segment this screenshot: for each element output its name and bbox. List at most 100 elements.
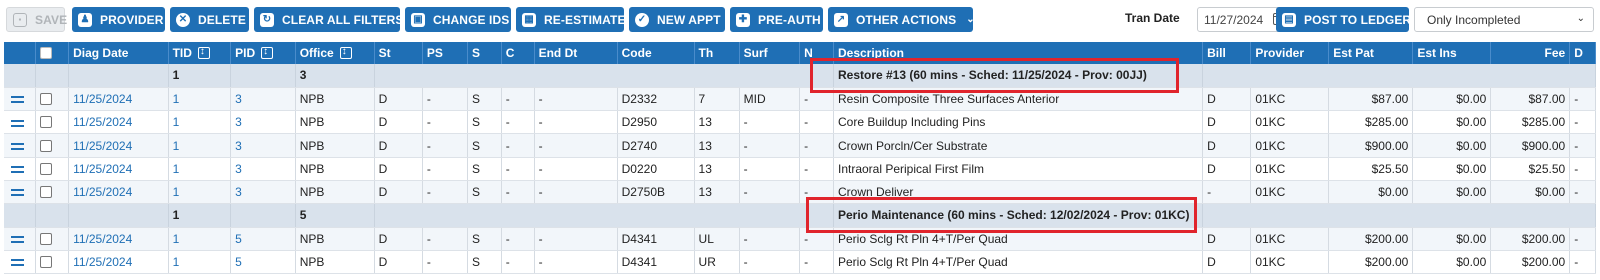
drag-handle-icon[interactable] [11,96,24,104]
column-bill[interactable]: Bill [1202,42,1252,64]
diag-date-cell[interactable]: 11/25/2024 [68,87,169,112]
column-end-dt[interactable]: End Dt [534,42,618,64]
surface-cell: - [739,110,801,135]
table-row[interactable]: 11/25/2024 1 3 NPB D - S - - D2740 13- - Crown Porcl… [4,133,1596,158]
ps-cell: - [422,157,468,181]
check-circle-icon: ✓ [635,12,649,27]
column-ps[interactable]: PS [422,42,468,64]
table-row[interactable]: 11/25/2024 1 3 NPB D - S - - D2950 13- - Core Buildu… [4,110,1596,135]
diag-date-cell[interactable]: 11/25/2024 [68,250,169,275]
column-s[interactable]: S [467,42,502,64]
provider-button[interactable]: ♟ PROVIDER [72,7,165,32]
tid-cell[interactable]: 1 [168,180,232,205]
save-button[interactable]: ▪ SAVE [6,7,67,32]
row-checkbox[interactable] [40,256,53,269]
drag-handle-icon[interactable] [11,259,24,267]
other-actions-dropdown[interactable]: ↗ OTHER ACTIONS ⌄ [828,7,975,32]
pid-cell[interactable]: 5 [230,250,296,275]
pid-cell[interactable]: 5 [230,227,296,251]
provider-cell: 01KC [1250,133,1330,158]
c-cell: - [501,250,535,275]
column-pid[interactable]: PID [230,42,296,64]
column-fee[interactable]: Fee [1490,42,1571,64]
tid-cell[interactable]: 1 [168,110,232,135]
surface-cell: - [739,180,801,205]
diag-date-cell[interactable]: 11/25/2024 [68,180,169,205]
delete-button[interactable]: ✕ DELETE [170,7,249,32]
column-description[interactable]: Description [833,42,1204,64]
change-ids-button[interactable]: ▣ CHANGE IDS [405,7,511,32]
select-all-checkbox[interactable] [40,47,53,59]
new-appt-button[interactable]: ✓ NEW APPT [629,7,725,32]
column-n[interactable]: N [799,42,834,64]
row-checkbox[interactable] [40,139,53,152]
pid-cell[interactable]: 3 [230,133,296,158]
column-tid[interactable]: TID [168,42,232,64]
est-pat-cell: $25.50 [1328,157,1414,181]
sort-icon[interactable] [261,46,274,59]
sort-icon[interactable] [197,46,210,59]
table-row[interactable]: 11/25/2024 1 3 NPB D - S - - D2750B 13- - Crown Deli… [4,180,1596,205]
column-diag-date[interactable]: Diag Date [68,42,169,64]
column-th[interactable]: Th [694,42,740,64]
drag-handle-icon[interactable] [11,119,24,127]
post-to-ledger-button[interactable]: ▤ POST TO LEDGER [1276,7,1411,32]
ps-cell: - [422,180,468,205]
code-cell: D2332 [617,87,695,112]
pid-cell[interactable]: 3 [230,110,296,135]
drag-handle-icon[interactable] [11,189,24,197]
sort-icon[interactable] [339,46,352,59]
chevron-down-icon: ⌄ [1576,13,1585,24]
table-row[interactable]: 11/25/2024 1 5 NPB D - S - - D4341 UR - - Perio Sclg … [4,250,1596,275]
table-row[interactable]: 11/25/2024 1 5 NPB D - S - - D4341 UL - - Perio Sclg … [4,227,1596,251]
pid-cell[interactable]: 3 [230,157,296,181]
ps-cell: - [422,110,468,135]
st-cell: D [374,250,423,275]
column-code[interactable]: Code [617,42,695,64]
diag-date-cell[interactable]: 11/25/2024 [68,227,169,251]
column-c[interactable]: C [501,42,535,64]
tid-cell[interactable]: 1 [168,250,232,275]
status-filter-select[interactable]: Only Incompleted ⌄ [1414,7,1594,32]
column-est-ins[interactable]: Est Ins [1412,42,1492,64]
clear-all-filters-button[interactable]: ↻ CLEAR ALL FILTERS [254,7,403,32]
drag-handle-icon[interactable] [11,142,24,150]
pid-cell[interactable]: 3 [230,87,296,112]
column-st[interactable]: St [374,42,423,64]
tid-cell[interactable]: 1 [168,227,232,251]
diag-date-cell[interactable]: 11/25/2024 [68,110,169,135]
column-provider[interactable]: Provider [1250,42,1330,64]
est-pat-cell: $200.00 [1328,250,1414,275]
floppy-disk-icon: ▪ [13,12,27,27]
office-cell: NPB [295,180,375,205]
row-checkbox[interactable] [40,116,53,129]
pid-cell[interactable]: 3 [230,180,296,205]
column-d[interactable]: D [1569,42,1596,64]
drag-handle-icon[interactable] [11,166,24,174]
re-estimate-button[interactable]: ▦ RE-ESTIMATE [516,7,625,32]
bill-cell: D [1202,227,1252,251]
row-checkbox[interactable] [40,186,53,199]
diag-date-cell[interactable]: 11/25/2024 [68,157,169,181]
pre-auth-button[interactable]: ✚ PRE-AUTH [730,7,823,32]
tid-cell[interactable]: 1 [168,133,232,158]
tid-cell[interactable]: 1 [168,87,232,112]
tooth-cell: UR [694,250,740,275]
s-cell: S [467,110,502,135]
row-checkbox[interactable] [40,162,53,175]
est-ins-cell: $0.00 [1412,110,1492,135]
provider-cell: 01KC [1250,157,1330,181]
drag-handle-icon[interactable] [11,236,24,244]
external-link-icon: ↗ [834,12,848,27]
column-est-pat[interactable]: Est Pat [1328,42,1414,64]
tid-cell[interactable]: 1 [168,157,232,181]
row-checkbox[interactable] [40,232,53,245]
column-office[interactable]: Office [295,42,375,64]
table-row[interactable]: 11/25/2024 1 3 NPB D - S - - D2332 7 MID - Resin Comp… [4,87,1596,112]
row-checkbox[interactable] [40,92,53,105]
diag-date-cell[interactable]: 11/25/2024 [68,133,169,158]
table-row[interactable]: 11/25/2024 1 3 NPB D - S - - D0220 13- - Intraoral P… [4,157,1596,181]
column-surf[interactable]: Surf [739,42,801,64]
surface-cell: MID [739,87,801,112]
bill-cell: D [1202,133,1252,158]
